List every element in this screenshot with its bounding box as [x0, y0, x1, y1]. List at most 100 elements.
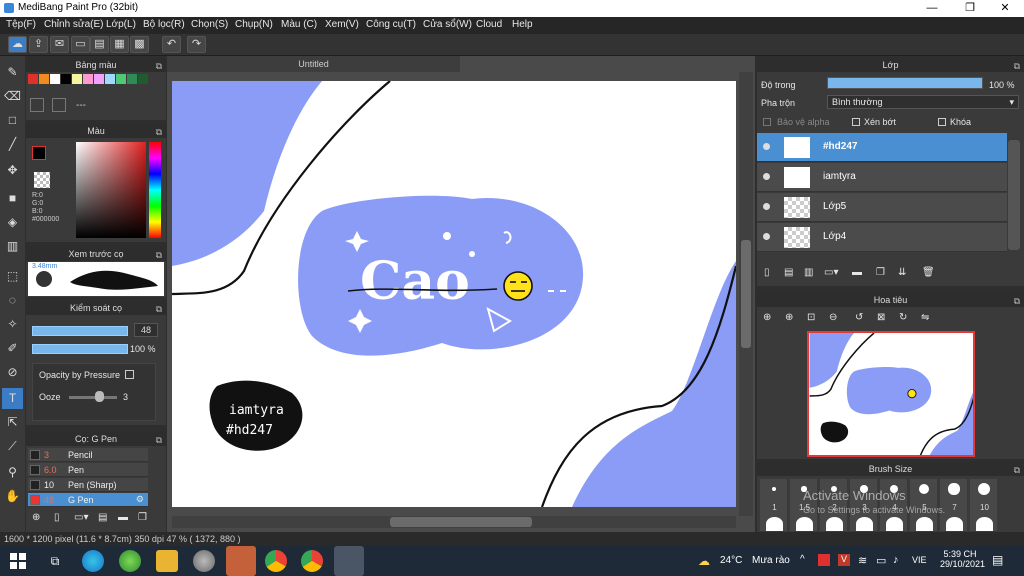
tile-icon[interactable]: ▩	[130, 36, 149, 53]
layer-row[interactable]: Lớp5	[757, 193, 1007, 222]
maximize-button[interactable]: ❐	[955, 0, 985, 17]
new-layer-icon[interactable]: ▯	[764, 267, 770, 278]
layer-menu-icon[interactable]: ▭▾	[824, 267, 838, 278]
task-view-icon[interactable]: ⧉	[44, 550, 66, 572]
undo-icon[interactable]: ↶	[162, 36, 181, 53]
volume-icon[interactable]: ♪	[893, 554, 899, 566]
navigator-thumbnail[interactable]	[807, 331, 975, 457]
blend-mode-select[interactable]: Bình thường ▾	[827, 95, 1019, 109]
brush-item-pen[interactable]: 6.0 Pen	[28, 463, 148, 477]
merge-layer-icon[interactable]: ⇊	[898, 267, 906, 278]
fit-icon[interactable]: ⊡	[807, 312, 815, 323]
menu-file[interactable]: Tệp(F)	[6, 19, 36, 30]
cloud-icon[interactable]: ☁	[8, 36, 27, 53]
drawing-canvas[interactable]: Cao iamtyra #hd247	[172, 81, 736, 507]
palette-swatch[interactable]	[28, 74, 38, 84]
rotate-right-icon[interactable]: ↻	[899, 312, 907, 323]
lasso-tool-icon[interactable]: ◌	[2, 290, 23, 311]
zoom-in-icon[interactable]: ⊕	[763, 312, 771, 323]
opacity-pressure-checkbox[interactable]	[125, 370, 134, 379]
menu-help[interactable]: Help	[512, 19, 533, 30]
ooze-slider[interactable]	[69, 396, 117, 399]
rotate-left-icon[interactable]: ↺	[855, 312, 863, 323]
chrome-icon-2[interactable]	[301, 550, 323, 572]
new-palette-icon[interactable]	[30, 98, 44, 112]
brush-size-slider[interactable]	[32, 326, 128, 336]
share-icon[interactable]: ⇪	[29, 36, 48, 53]
clock[interactable]: 5:39 CH 29/10/2021	[940, 549, 985, 569]
gradient-tool-icon[interactable]: ▥	[2, 236, 23, 257]
hand-tool-icon[interactable]: ✋	[2, 486, 23, 507]
palette-swatch[interactable]	[72, 74, 82, 84]
brush-item-pencil[interactable]: 3 Pencil	[28, 448, 148, 462]
brush-item-g-pen[interactable]: 48 G Pen ⚙	[28, 493, 148, 507]
grid-icon[interactable]: ▦	[110, 36, 129, 53]
page-icon[interactable]: ▭	[71, 36, 90, 53]
palette-swatches[interactable]	[28, 74, 153, 84]
horizontal-scroll-thumb[interactable]	[390, 517, 532, 527]
menu-cloud[interactable]: Cloud	[476, 19, 502, 30]
select-pen-tool-icon[interactable]: ✐	[2, 338, 23, 359]
redo-icon[interactable]: ↷	[187, 36, 206, 53]
primary-color-swatch[interactable]	[32, 146, 46, 160]
protect-alpha-checkbox[interactable]	[763, 118, 771, 126]
tray-app-icon[interactable]	[818, 554, 830, 566]
add-brush-icon[interactable]: ⊕	[32, 512, 40, 523]
battery-icon[interactable]: ▭	[876, 554, 886, 567]
tray-chevron-icon[interactable]: ^	[800, 554, 805, 565]
canvas-horizontal-scrollbar[interactable]	[172, 516, 736, 528]
menu-select[interactable]: Chọn(S)	[191, 19, 228, 30]
layer-opacity-slider[interactable]	[827, 77, 983, 89]
language-indicator[interactable]: VIE	[912, 555, 927, 565]
brush-doc-icon[interactable]: ▤	[98, 512, 107, 523]
select-eraser-tool-icon[interactable]: ⊘	[2, 362, 23, 383]
lock-checkbox[interactable]	[938, 118, 946, 126]
brush-item-pen-sharp[interactable]: 10 Pen (Sharp)	[28, 478, 148, 492]
line-tool-icon[interactable]: ╱	[2, 134, 23, 155]
app-icon-gray[interactable]	[193, 550, 215, 572]
vertical-scroll-thumb[interactable]	[741, 240, 751, 348]
move-tool-icon[interactable]: ✥	[2, 160, 23, 181]
document-tab[interactable]: Untitled	[167, 56, 460, 72]
saturation-value-picker[interactable]	[76, 142, 146, 238]
palette-swatch[interactable]	[39, 74, 49, 84]
hue-slider[interactable]	[149, 142, 161, 238]
minimize-button[interactable]: —	[917, 0, 947, 17]
medibang-task-icon[interactable]	[334, 546, 364, 576]
reset-view-icon[interactable]: ⊠	[877, 312, 885, 323]
layer-scrollbar[interactable]	[1008, 140, 1020, 250]
fill-rect-tool-icon[interactable]: ■	[2, 188, 23, 209]
brush-copy-icon[interactable]: ❐	[138, 512, 147, 523]
bucket-tool-icon[interactable]: ◈	[2, 212, 23, 233]
palette-swatch[interactable]	[105, 74, 115, 84]
tray-v-icon[interactable]: V	[838, 554, 850, 566]
zoom-out-icon[interactable]: ⊖	[829, 312, 837, 323]
duplicate-layer-icon[interactable]: ❐	[876, 267, 885, 278]
layer-folder-icon[interactable]: ▬	[852, 267, 862, 278]
file-explorer-icon[interactable]	[156, 550, 178, 572]
brush-menu-icon[interactable]: ▭▾	[74, 512, 88, 523]
palette-swatch[interactable]	[61, 74, 71, 84]
palette-swatch[interactable]	[116, 74, 126, 84]
wifi-icon[interactable]: ≋	[858, 554, 867, 567]
flip-icon[interactable]: ⇋	[921, 312, 929, 323]
notifications-icon[interactable]: ▤	[992, 553, 1003, 567]
select-rect-tool-icon[interactable]: ⬚	[2, 266, 23, 287]
divide-tool-icon[interactable]: ⟋	[2, 436, 23, 457]
weather-temp[interactable]: 24°C	[720, 555, 742, 566]
zoom-in-alt-icon[interactable]: ⊕	[785, 312, 793, 323]
delete-layer-icon[interactable]: 🗑	[922, 267, 935, 278]
menu-edit[interactable]: Chỉnh sửa(E)	[44, 19, 104, 30]
new-halftone-layer-icon[interactable]: ▤	[784, 267, 793, 278]
chrome-icon[interactable]	[265, 550, 287, 572]
brush-size-value[interactable]: 48	[134, 323, 158, 337]
windows-start-icon[interactable]	[7, 550, 29, 572]
layer-row[interactable]: Lớp4	[757, 223, 1007, 252]
palette-swatch[interactable]	[83, 74, 93, 84]
ooze-slider-handle[interactable]	[95, 391, 104, 402]
new-brush-icon[interactable]: ▯	[54, 512, 60, 523]
document-icon[interactable]: ▤	[90, 36, 109, 53]
palette-swatch[interactable]	[94, 74, 104, 84]
brush-size-cell[interactable]: 10	[969, 478, 998, 532]
green-app-icon[interactable]	[119, 550, 141, 572]
